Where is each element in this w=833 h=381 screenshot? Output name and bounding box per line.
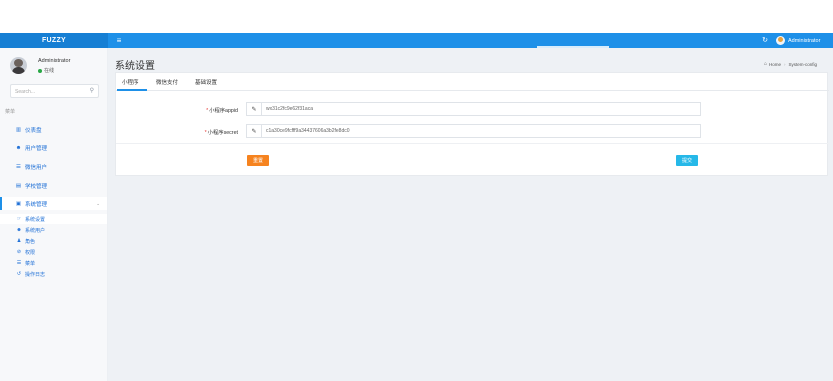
sidebar-item-schools[interactable]: ▤ 学校管理 bbox=[0, 179, 107, 192]
sidebar-subitem-label: 权限 bbox=[25, 249, 36, 256]
sidebar-item-users[interactable]: ☻ 用户管理 bbox=[0, 141, 107, 154]
home-icon: ⌂ bbox=[763, 61, 767, 67]
list-icon: ☰ bbox=[16, 260, 22, 266]
navbar-user-menu[interactable]: Administrator bbox=[776, 35, 820, 46]
secret-field: ✎ bbox=[246, 124, 701, 138]
pencil-icon: ✎ bbox=[247, 125, 262, 137]
hamburger-icon[interactable]: ≡ bbox=[114, 35, 124, 45]
refresh-icon[interactable]: ↻ bbox=[760, 35, 770, 45]
page-title: 系统设置 bbox=[115, 61, 155, 72]
users-icon: ☻ bbox=[16, 227, 22, 233]
ban-icon: ⊘ bbox=[16, 249, 22, 255]
user-icon: ♟ bbox=[16, 238, 22, 244]
sidebar-item-dashboard[interactable]: ▥ 仪表盘 bbox=[0, 123, 107, 136]
breadcrumb-separator: › bbox=[783, 61, 786, 67]
settings-card: 小程序 微信支付 基础设置 *小程序appid ✎ *小程序secret ✎ 重… bbox=[115, 72, 829, 176]
menu-header: 菜单 bbox=[5, 109, 16, 115]
breadcrumb: ⌂ Home › System-config bbox=[764, 61, 817, 67]
secret-input[interactable] bbox=[266, 127, 696, 135]
sidebar-item-label: 仪表盘 bbox=[25, 127, 42, 134]
tab-basic-settings[interactable]: 基础设置 bbox=[195, 78, 217, 86]
status-label: 在线 bbox=[44, 68, 55, 74]
sidebar-subitem-system-users[interactable]: ☻ 系统用户 bbox=[0, 225, 107, 235]
system-icon: ▣ bbox=[15, 200, 22, 207]
avatar bbox=[776, 36, 785, 45]
sidebar-item-label: 学校管理 bbox=[25, 183, 48, 190]
sidebar-subitem-menus[interactable]: ☰ 菜单 bbox=[0, 258, 107, 268]
tab-mini-program[interactable]: 小程序 bbox=[122, 78, 139, 86]
avatar bbox=[10, 57, 27, 74]
submit-button[interactable]: 提交 bbox=[676, 155, 698, 166]
chevron-down-icon: ⌄ bbox=[96, 201, 100, 206]
sidebar-subitem-permissions[interactable]: ⊘ 权限 bbox=[0, 247, 107, 257]
appid-input[interactable] bbox=[266, 105, 696, 113]
sidebar-item-label: 用户管理 bbox=[25, 145, 48, 152]
top-blank-area bbox=[0, 0, 833, 33]
sidebar-username: Administrator bbox=[38, 58, 71, 64]
sidebar-subitem-operation-log[interactable]: ↺ 操作日志 bbox=[0, 269, 107, 279]
sidebar-subitem-label: 操作日志 bbox=[25, 271, 46, 278]
top-navbar: FUZZY ≡ ↻ Administrator bbox=[0, 33, 833, 48]
sidebar-subitem-roles[interactable]: ♟ 角色 bbox=[0, 236, 107, 246]
search-input[interactable] bbox=[15, 87, 85, 96]
form-divider bbox=[116, 143, 829, 144]
breadcrumb-home[interactable]: Home bbox=[769, 62, 781, 67]
navbar-username: Administrator bbox=[788, 37, 821, 44]
required-marker: * bbox=[206, 108, 209, 114]
list-icon: ☰ bbox=[16, 163, 21, 170]
sidebar-item-label: 系统管理 bbox=[25, 201, 48, 208]
sidebar-subitem-label: 角色 bbox=[25, 238, 36, 245]
required-marker: * bbox=[204, 130, 207, 136]
sidebar-subitem-label: 系统设置 bbox=[25, 216, 46, 223]
search-icon[interactable]: ⚲ bbox=[90, 87, 94, 94]
active-tab-indicator bbox=[117, 89, 147, 91]
tab-wechat-pay[interactable]: 微信支付 bbox=[156, 78, 178, 86]
secret-label: *小程序secret bbox=[204, 130, 238, 136]
id-card-icon: ▤ bbox=[15, 182, 22, 189]
breadcrumb-current: System-config bbox=[788, 61, 817, 67]
pencil-icon: ✎ bbox=[247, 103, 262, 115]
sidebar-user-panel: Administrator 在线 bbox=[0, 48, 108, 83]
sidebar-search: ⚲ bbox=[10, 84, 99, 98]
sidebar-item-wechat-users[interactable]: ☰ 微信用户 bbox=[0, 160, 107, 173]
sidebar-subitem-label: 系统用户 bbox=[25, 227, 46, 234]
main-content: 系统设置 ⌂ Home › System-config 小程序 微信支付 基础设… bbox=[108, 48, 833, 381]
app-logo[interactable]: FUZZY bbox=[0, 33, 108, 48]
appid-field: ✎ bbox=[246, 102, 701, 116]
reset-button[interactable]: 重置 bbox=[247, 155, 269, 166]
sidebar-subitem-system-settings[interactable]: ☞ 系统设置 bbox=[0, 214, 107, 224]
settings-tabs: 小程序 微信支付 基础设置 bbox=[116, 73, 829, 91]
online-status: 在线 bbox=[38, 67, 54, 74]
sidebar-item-system[interactable]: ▣ 系统管理 ⌄ bbox=[0, 197, 107, 210]
status-dot-icon bbox=[38, 68, 42, 73]
history-icon: ↺ bbox=[16, 271, 22, 277]
users-icon: ☻ bbox=[15, 144, 22, 151]
settings-icon: ☞ bbox=[16, 216, 22, 222]
sidebar-item-label: 微信用户 bbox=[25, 164, 48, 171]
dashboard-icon: ▥ bbox=[15, 126, 22, 133]
sidebar-subitem-label: 菜单 bbox=[25, 260, 36, 267]
sidebar: Administrator 在线 ⚲ 菜单 ▥ 仪表盘 ☻ 用户管理 ☰ 微信用… bbox=[0, 48, 108, 381]
appid-label: *小程序appid bbox=[206, 108, 238, 114]
